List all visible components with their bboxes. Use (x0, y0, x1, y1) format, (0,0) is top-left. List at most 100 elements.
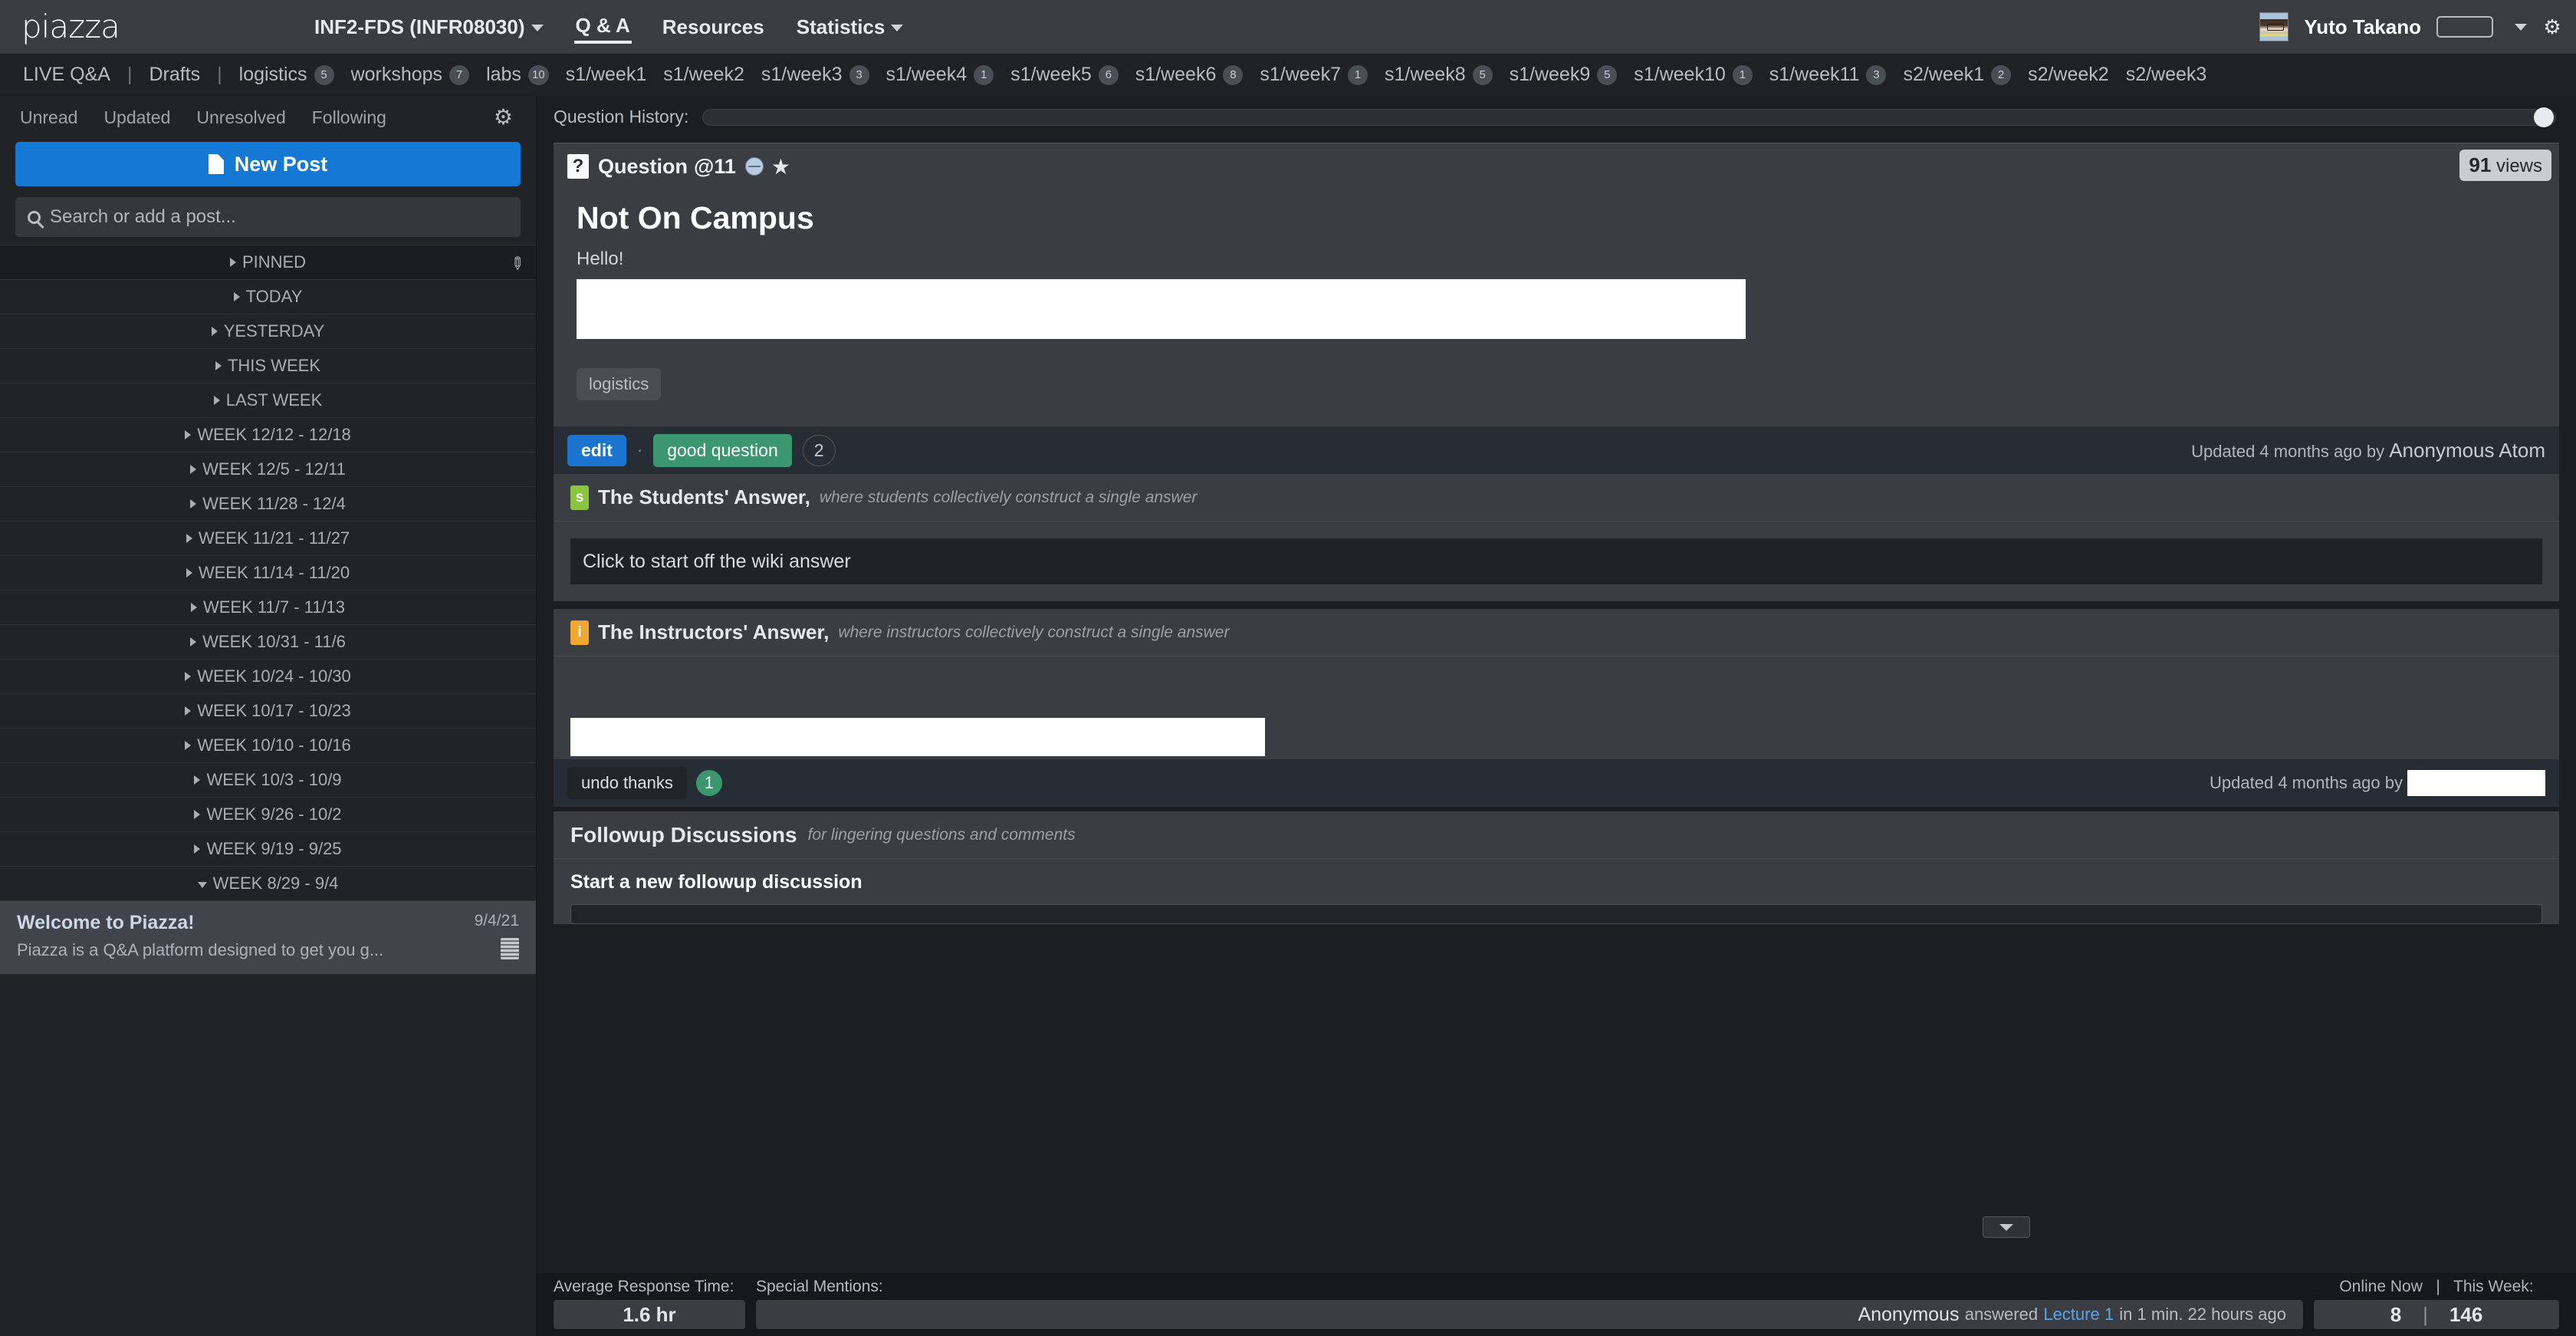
followup-expand-button[interactable] (1983, 1216, 2030, 1238)
folder-tab-s1-week3[interactable]: s1/week3 3 (761, 64, 869, 86)
nav-qa[interactable]: Q & A (573, 11, 632, 44)
special-mentions-value: Anonymous answered Lecture 1 in 1 min. 2… (756, 1300, 2303, 1329)
folder-tab-count: 10 (527, 64, 549, 85)
star-icon[interactable]: ★ (771, 154, 790, 179)
search-icon (28, 210, 41, 224)
folder-tab-live-q-a[interactable]: LIVE Q&A (23, 64, 110, 86)
folder-tab-s1-week10[interactable]: s1/week10 1 (1634, 64, 1753, 86)
folder-tab-drafts[interactable]: Drafts (149, 64, 200, 86)
special-mentions-label: Special Mentions: (756, 1278, 883, 1295)
good-question-button[interactable]: good question (653, 433, 792, 467)
folder-row-week-11-28-12-4[interactable]: WEEK 11/28 - 12/4 (0, 486, 536, 521)
folder-row-yesterday[interactable]: YESTERDAY (0, 314, 536, 348)
folder-tab-s1-week4[interactable]: s1/week4 1 (886, 64, 994, 86)
folder-tab-s1-week7[interactable]: s1/week7 1 (1260, 64, 1368, 86)
views-badge: 91 views (2459, 150, 2551, 181)
folder-row-today[interactable]: TODAY (0, 279, 536, 314)
nav-resources[interactable]: Resources (661, 12, 766, 42)
folder-tab-s1-week2[interactable]: s1/week2 (663, 64, 744, 86)
folder-tab-s1-week9[interactable]: s1/week9 5 (1510, 64, 1618, 86)
this-week-label: This Week: (2453, 1278, 2534, 1295)
filter-updated[interactable]: Updated (93, 102, 181, 133)
new-post-button[interactable]: New Post (15, 142, 521, 186)
nav-statistics[interactable]: Statistics (795, 12, 905, 42)
folder-tab-s2-week2[interactable]: s2/week2 (2028, 64, 2109, 86)
chevron-right-icon (194, 844, 201, 854)
question-history-bar: Question History: (537, 96, 2576, 138)
folder-row-last-week[interactable]: LAST WEEK (0, 383, 536, 417)
top-bar: piazza INF2-FDS (INFR08030) Q & A Resour… (0, 0, 2576, 54)
slider-handle[interactable] (2534, 107, 2554, 127)
folder-row-this-week[interactable]: THIS WEEK (0, 348, 536, 383)
folder-row-label: WEEK 9/19 - 9/25 (206, 839, 342, 858)
folder-tab-logistics[interactable]: logistics 5 (239, 64, 334, 86)
search-input[interactable]: Search or add a post... (15, 197, 521, 237)
special-mentions: Special Mentions: Anonymous answered Lec… (756, 1278, 2303, 1329)
pin-icon[interactable]: ✎ (504, 252, 529, 275)
folder-row-week-10-17-10-23[interactable]: WEEK 10/17 - 10/23 (0, 693, 536, 728)
folder-row-week-9-19-9-25[interactable]: WEEK 9/19 - 9/25 (0, 831, 536, 866)
edit-button[interactable]: edit (567, 434, 626, 466)
folder-tab-s1-week11[interactable]: s1/week11 3 (1769, 64, 1887, 86)
folder-tab-s1-week8[interactable]: s1/week8 5 (1385, 64, 1493, 86)
folder-tab-label: s1/week4 (886, 64, 968, 85)
folder-tab-label: s1/week3 (761, 64, 843, 85)
nav-course-selector[interactable]: INF2-FDS (INFR08030) (313, 12, 545, 42)
folder-tab-s2-week3[interactable]: s2/week3 (2126, 64, 2207, 86)
chevron-right-icon (190, 499, 197, 508)
filter-unread[interactable]: Unread (9, 102, 88, 133)
folder-tab-s1-week1[interactable]: s1/week1 (566, 64, 647, 86)
folder-row-week-8-29-9-4[interactable]: WEEK 8/29 - 9/4 (0, 866, 536, 900)
thanks-count[interactable]: 1 (695, 770, 722, 796)
tag-logistics[interactable]: logistics (577, 368, 662, 400)
main-nav: INF2-FDS (INFR08030) Q & A Resources Sta… (313, 11, 905, 44)
folder-row-week-12-5-12-11[interactable]: WEEK 12/5 - 12/11 (0, 452, 536, 486)
avatar[interactable] (2259, 12, 2289, 41)
folder-row-label: WEEK 11/28 - 12/4 (202, 494, 346, 513)
globe-icon[interactable] (744, 157, 764, 176)
filter-row: Unread Updated Unresolved Following ⚙ (0, 96, 536, 139)
wiki-answer-placeholder[interactable]: Click to start off the wiki answer (570, 538, 2542, 584)
folder-row-pinned[interactable]: PINNED ✎ (0, 245, 536, 279)
folder-row-week-10-31-11-6[interactable]: WEEK 10/31 - 11/6 (0, 624, 536, 659)
gear-icon[interactable]: ⚙ (494, 107, 513, 128)
post-date: 9/4/21 (474, 912, 519, 930)
question-header-label: Question (598, 154, 688, 178)
note-lines-icon (501, 938, 519, 959)
folder-row-week-10-3-10-9[interactable]: WEEK 10/3 - 10/9 (0, 762, 536, 797)
folder-tab-count: 3 (1866, 64, 1887, 85)
chevron-right-icon (190, 637, 197, 647)
folder-row-week-11-21-11-27[interactable]: WEEK 11/21 - 11/27 (0, 521, 536, 555)
folder-tab-s1-week6[interactable]: s1/week6 8 (1135, 64, 1244, 86)
folder-row-week-12-12-12-18[interactable]: WEEK 12/12 - 12/18 (0, 417, 536, 452)
chevron-right-icon (186, 534, 192, 543)
mention-verb: answered (1964, 1305, 2039, 1324)
gear-icon[interactable]: ⚙ (2542, 17, 2562, 37)
instructors-answer-action-bar: undo thanks 1 Updated 4 months ago by (554, 759, 2559, 807)
question-history-slider[interactable] (702, 107, 2556, 127)
folder-tab-s2-week1[interactable]: s2/week1 2 (1903, 64, 2012, 86)
folder-row-week-11-14-11-20[interactable]: WEEK 11/14 - 11/20 (0, 555, 536, 590)
folder-tab-workshops[interactable]: workshops 7 (351, 64, 470, 86)
undo-thanks-button[interactable]: undo thanks (567, 767, 687, 799)
instructors-answer-header: i The Instructors' Answer, where instruc… (554, 609, 2559, 656)
folder-row-week-10-10-10-16[interactable]: WEEK 10/10 - 10/16 (0, 728, 536, 762)
folder-tab-count: 3 (849, 64, 869, 85)
chevron-down-icon[interactable] (2515, 23, 2527, 31)
folder-tab-labs[interactable]: labs 10 (486, 64, 549, 86)
piazza-logo[interactable]: piazza (21, 9, 152, 44)
folder-row-label: WEEK 10/10 - 10/16 (197, 735, 351, 755)
folder-row-week-11-7-11-13[interactable]: WEEK 11/7 - 11/13 (0, 590, 536, 624)
folder-tab-s1-week5[interactable]: s1/week5 6 (1010, 64, 1119, 86)
filter-unresolved[interactable]: Unresolved (186, 102, 296, 133)
folder-tab-label: s1/week9 (1509, 64, 1591, 85)
filter-following[interactable]: Following (301, 102, 397, 133)
folder-row-week-10-24-10-30[interactable]: WEEK 10/24 - 10/30 (0, 659, 536, 693)
list-item[interactable]: Welcome to Piazza! Piazza is a Q&A platf… (0, 900, 536, 974)
folder-row-week-9-26-10-2[interactable]: WEEK 9/26 - 10/2 (0, 797, 536, 831)
good-question-count[interactable]: 2 (802, 434, 836, 466)
status-dropdown[interactable] (2436, 16, 2493, 38)
mention-link[interactable]: Lecture 1 (2043, 1305, 2114, 1324)
followup-input[interactable] (570, 904, 2542, 924)
folder-tab-label: s1/week11 (1769, 64, 1860, 85)
